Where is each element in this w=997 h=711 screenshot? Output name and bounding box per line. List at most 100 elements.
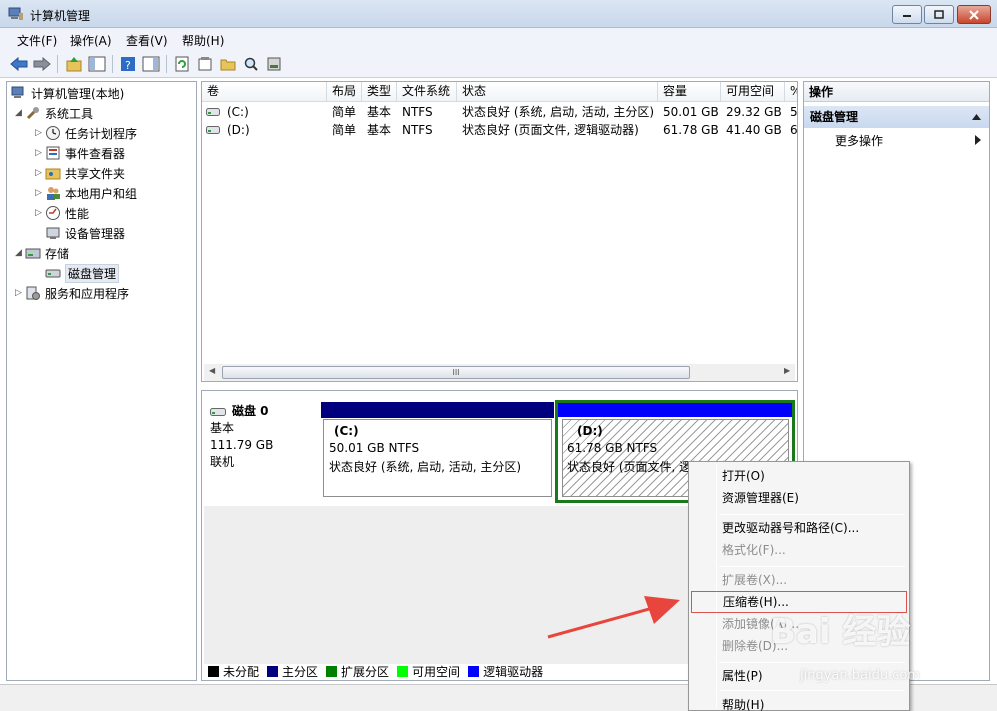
menu-action[interactable]: 操作(A): [70, 32, 112, 49]
column-header[interactable]: 可用空间: [721, 82, 785, 102]
computer-management-icon: [11, 85, 27, 101]
volume-name: (C:): [227, 105, 249, 119]
tree-item-device-manager[interactable]: 设备管理器: [45, 224, 125, 242]
legend-swatch: [208, 665, 219, 677]
partition-size: 61.78 GB NTFS: [567, 441, 658, 455]
collapsed-icon[interactable]: ▷: [35, 208, 45, 218]
more-actions[interactable]: 更多操作: [835, 132, 985, 150]
legend-item: 逻辑驱动器: [466, 663, 543, 680]
console-tree: 计算机管理(本地) ◢ 系统工具 ▷ 任务计划程序 ▷ 事件查看器 ▷ 共享文件…: [6, 81, 197, 681]
properties-button[interactable]: [195, 54, 215, 74]
refresh-button[interactable]: [172, 54, 192, 74]
minimize-button[interactable]: [892, 5, 922, 24]
collapsed-icon[interactable]: ▷: [35, 188, 45, 198]
disk-size: 111.79 GB: [210, 438, 274, 452]
menu-separator: [719, 690, 905, 691]
maximize-icon: [934, 10, 944, 19]
expanded-icon[interactable]: ◢: [15, 248, 25, 258]
volume-fs: NTFS: [402, 105, 433, 119]
disk-settings-button[interactable]: [264, 54, 284, 74]
tree-item-label: 共享文件夹: [65, 166, 126, 181]
forward-button[interactable]: [32, 54, 52, 74]
tree-root[interactable]: 计算机管理(本地): [11, 84, 124, 102]
tree-item-local-users-groups[interactable]: ▷ 本地用户和组: [35, 184, 137, 202]
legend-swatch: [267, 665, 279, 677]
menu-file[interactable]: 文件(F): [17, 32, 57, 49]
tree-item-services-applications[interactable]: ▷ 服务和应用程序: [15, 284, 129, 302]
collapsed-icon[interactable]: ▷: [35, 128, 45, 138]
volume-status: 状态良好 (页面文件, 逻辑驱动器): [462, 123, 639, 137]
menu-separator: [719, 662, 905, 663]
menu-item-explorer[interactable]: 资源管理器(E): [691, 487, 907, 509]
menu-help[interactable]: 帮助(H): [182, 32, 224, 49]
partition-color-bar: [558, 403, 792, 417]
column-header[interactable]: 类型: [362, 82, 397, 102]
search-button[interactable]: [241, 54, 261, 74]
column-header[interactable]: 状态: [457, 82, 658, 102]
tree-item-performance[interactable]: ▷ 性能: [35, 204, 89, 222]
volume-layout: 简单: [332, 105, 357, 119]
tree-item-shared-folders[interactable]: ▷ 共享文件夹: [35, 164, 125, 182]
menu-item-extend-volume[interactable]: 扩展卷(X)...: [691, 569, 907, 591]
column-header[interactable]: 容量: [658, 82, 721, 102]
collapsed-icon[interactable]: ▷: [35, 168, 45, 178]
horizontal-scrollbar[interactable]: ◀ III ▶: [204, 364, 795, 381]
tree-item-label: 事件查看器: [65, 146, 126, 161]
collapsed-icon[interactable]: ▷: [35, 148, 45, 158]
show-hide-tree-button[interactable]: [87, 54, 107, 74]
column-header[interactable]: 布局: [327, 82, 362, 102]
partition-letter: (C:): [334, 424, 359, 438]
menu-item-open[interactable]: 打开(O): [691, 465, 907, 487]
legend-item: 未分配: [206, 663, 259, 680]
tree-item-disk-management[interactable]: 磁盘管理: [45, 263, 120, 283]
volume-pct: 5: [790, 105, 798, 119]
scroll-right-icon[interactable]: ▶: [784, 366, 790, 375]
menu-item-change-drive-letter[interactable]: 更改驱动器号和路径(C)...: [691, 517, 907, 539]
volume-type: 基本: [367, 123, 392, 137]
tools-icon: [25, 105, 41, 121]
forward-arrow-icon: [33, 57, 51, 71]
tree-item-storage[interactable]: ◢ 存储: [15, 244, 69, 262]
toolbar-separator: [112, 55, 113, 73]
expanded-icon[interactable]: ◢: [15, 108, 25, 118]
scroll-left-icon[interactable]: ◀: [209, 366, 215, 375]
collapsed-icon[interactable]: ▷: [15, 288, 25, 298]
action-pane-icon: [142, 56, 160, 72]
tree-item-task-scheduler[interactable]: ▷ 任务计划程序: [35, 124, 137, 142]
svg-text:?: ?: [125, 59, 131, 72]
back-button[interactable]: [9, 54, 29, 74]
toolbar: ?: [0, 50, 997, 78]
column-header[interactable]: 文件系统: [397, 82, 457, 102]
menu-item-help[interactable]: 帮助(H): [691, 694, 907, 711]
annotation-arrow-icon: [547, 596, 680, 639]
console-tree-icon: [88, 56, 106, 72]
computer-management-icon: [8, 7, 23, 20]
volume-type: 基本: [367, 105, 392, 119]
drive-icon: [206, 126, 220, 134]
toolbar-separator: [166, 55, 167, 73]
menu-view[interactable]: 查看(V): [126, 32, 168, 49]
disk-info[interactable]: 磁盘 0 基本 111.79 GB 联机: [210, 403, 273, 471]
partition-letter: (D:): [577, 424, 603, 438]
open-button[interactable]: [218, 54, 238, 74]
show-hide-action-pane-button[interactable]: [141, 54, 161, 74]
tree-item-label: 设备管理器: [65, 226, 126, 241]
legend-label: 扩展分区: [341, 664, 390, 679]
close-button[interactable]: [957, 5, 991, 24]
scroll-thumb[interactable]: III: [222, 366, 690, 379]
collapse-up-icon[interactable]: [972, 114, 981, 120]
baidu-watermark-url: jingyan.baidu.com: [800, 668, 920, 683]
column-header[interactable]: %: [785, 82, 797, 102]
tree-item-system-tools[interactable]: ◢ 系统工具: [15, 104, 93, 122]
maximize-button[interactable]: [924, 5, 954, 24]
actions-section-disk-management[interactable]: 磁盘管理: [804, 106, 989, 128]
column-header[interactable]: 卷: [202, 82, 327, 102]
up-level-button[interactable]: [64, 54, 84, 74]
performance-icon: [45, 205, 61, 221]
menu-item-format[interactable]: 格式化(F)...: [691, 539, 907, 561]
help-button[interactable]: ?: [118, 54, 138, 74]
tree-item-event-viewer[interactable]: ▷ 事件查看器: [35, 144, 125, 162]
actions-section-label: 磁盘管理: [810, 110, 859, 124]
volume-capacity: 50.01 GB: [663, 105, 719, 119]
shared-folder-icon: [45, 165, 61, 181]
